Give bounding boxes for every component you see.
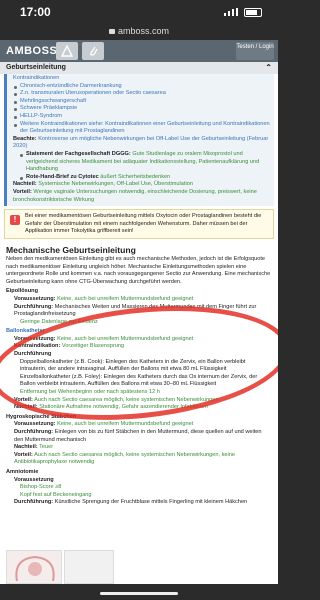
url-text: amboss.com xyxy=(117,26,170,36)
warning-triangle-icon xyxy=(61,45,73,57)
paperclip-icon xyxy=(90,46,98,56)
mech-heading: Mechanische Geburtseinleitung xyxy=(6,245,136,256)
chevron-up-icon: ⌃ xyxy=(265,63,272,72)
ballon-d1: Doppelballonkatheter (z.B. Cook): Einleg… xyxy=(20,358,246,373)
status-bar: 17:00 xyxy=(0,0,278,24)
amnio-title: Amniotomie xyxy=(6,468,39,475)
exclamation-icon: ! xyxy=(10,215,20,226)
uterus-illustration-icon xyxy=(15,555,55,582)
amboss-logo[interactable]: AMBOSS xyxy=(6,45,57,57)
section-title: Geburtseinleitung xyxy=(6,64,66,71)
signal-icon xyxy=(224,8,238,16)
eipo-title: Eipollösung xyxy=(6,288,39,295)
illustration-thumbnail-2[interactable] xyxy=(64,550,114,584)
hygro-section: Hygroskopische Stäbchen Voraussetzung: K… xyxy=(0,414,278,467)
ballon-d3: Entfernung bei Wehenbeginn oder nach spä… xyxy=(20,389,160,396)
amnio-section: Amniotomie Voraussetzung Bishop-Score ≥8… xyxy=(0,469,278,507)
battery-icon xyxy=(244,8,262,17)
ballon-title[interactable]: Ballonkatheter xyxy=(6,328,272,336)
hygro-title: Hygroskopische Stäbchen xyxy=(6,413,77,420)
clock: 17:00 xyxy=(20,5,51,19)
warning-toggle-button[interactable] xyxy=(56,42,78,60)
ki-item[interactable]: Schwere Präeklampsie xyxy=(13,105,270,113)
rote-hand-item: Rote-Hand-Brief zu Cytotec äußert Sicher… xyxy=(19,174,270,182)
ballon-d2: Einzelballonkatheter (z.B. Foley): Einle… xyxy=(20,373,258,388)
ballon-section: Ballonkatheter Voraussetzung: Keine, auc… xyxy=(0,328,278,412)
app-header: AMBOSS Testen / Login xyxy=(0,40,278,62)
ki-item[interactable]: Weitere Kontraindikationen siehe: Kontra… xyxy=(13,121,270,136)
article-content: Geburtseinleitung ⌃ Kontraindikationen C… xyxy=(0,62,278,584)
mech-text: Neben den medikamentösen Einleitung gibt… xyxy=(6,256,271,285)
illustration-thumbnail[interactable] xyxy=(6,550,62,584)
home-indicator-bar xyxy=(0,584,278,600)
ki-item[interactable]: HELLP-Syndrom xyxy=(13,113,270,121)
warning-box: ! Bei einer medikamentösen Geburtseinlei… xyxy=(4,209,274,240)
login-button[interactable]: Testen / Login xyxy=(236,42,274,60)
address-bar[interactable]: amboss.com xyxy=(0,24,278,40)
home-indicator[interactable] xyxy=(100,592,178,595)
ki-item[interactable]: Z.n. transmuralen Uterusoperationen oder… xyxy=(13,90,270,98)
lock-icon xyxy=(108,29,115,34)
link-toggle-button[interactable] xyxy=(82,42,104,60)
ki-heading[interactable]: Kontraindikationen xyxy=(13,75,270,83)
eipo-note: Geringe Datenlage zur Evidenz xyxy=(20,318,98,325)
ki-item[interactable]: Mehrlingsschwangerschaft xyxy=(13,98,270,106)
statement-item: Statement der Fachgesellschaft DGGG: Gut… xyxy=(19,151,270,174)
ki-item[interactable]: Chronisch-entzündliche Darmerkrankung xyxy=(13,83,270,91)
nachteil-line: Nachteil: Systemische Nebenwirkungen, Of… xyxy=(13,181,193,188)
beachte-line: Beachte: Kontroverse um mögliche Nebenwi… xyxy=(13,135,269,150)
info-box: Kontraindikationen Chronisch-entzündlich… xyxy=(4,74,274,207)
vorteil-line: Vorteil: Wenige vaginale Untersuchungen … xyxy=(13,188,257,203)
eipo-section: Eipollösung Voraussetzung: Keine, auch b… xyxy=(0,288,278,326)
section-header-geburtseinleitung[interactable]: Geburtseinleitung ⌃ xyxy=(0,62,278,74)
warning-text: Bei einer medikamentösen Geburtseinleitu… xyxy=(25,213,262,234)
